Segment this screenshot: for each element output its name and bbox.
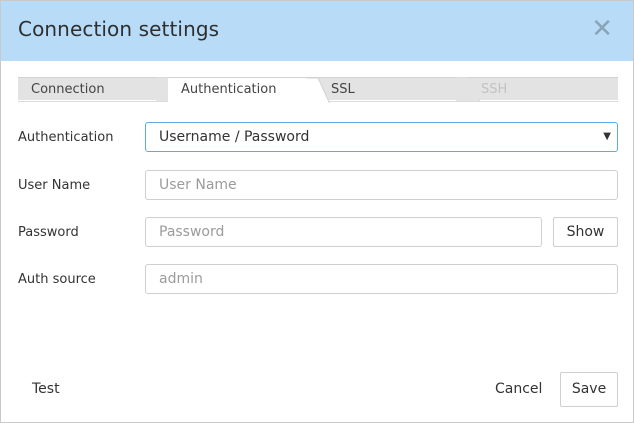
dialog-header: Connection settings ✕ <box>1 1 633 61</box>
close-icon[interactable]: ✕ <box>591 15 613 43</box>
tab-label: SSL <box>331 82 355 97</box>
tab-label: SSH <box>481 82 508 97</box>
tab-authentication[interactable]: Authentication <box>168 77 330 103</box>
auth-source-label: Auth source <box>18 272 96 287</box>
auth-source-placeholder: admin <box>159 271 203 287</box>
authentication-label: Authentication <box>18 130 114 145</box>
dialog-title: Connection settings <box>18 17 220 41</box>
password-placeholder: Password <box>159 224 225 240</box>
test-button[interactable]: Test <box>32 381 60 397</box>
caret-down-icon: ▼ <box>603 131 611 142</box>
password-label: Password <box>18 225 79 240</box>
tab-label: Authentication <box>181 82 277 97</box>
auth-source-input[interactable]: admin <box>145 264 618 294</box>
tab-bar: Connection Authentication SSL SSH <box>18 77 618 103</box>
username-placeholder: User Name <box>159 177 237 193</box>
show-password-button[interactable]: Show <box>553 217 618 247</box>
authentication-select[interactable]: Username / Password ▼ <box>145 122 618 152</box>
password-input[interactable]: Password <box>145 217 542 247</box>
connection-settings-dialog: Connection settings ✕ Connection Authent… <box>0 0 634 423</box>
tab-label: Connection <box>31 82 105 97</box>
tab-connection[interactable]: Connection <box>18 77 180 101</box>
username-label: User Name <box>18 178 91 193</box>
tab-ssl[interactable]: SSL <box>318 77 480 101</box>
cancel-button[interactable]: Cancel <box>495 381 542 397</box>
authentication-value: Username / Password <box>159 129 310 145</box>
username-input[interactable]: User Name <box>145 170 618 200</box>
tab-ssh: SSH <box>468 77 618 100</box>
save-button[interactable]: Save <box>560 372 618 407</box>
